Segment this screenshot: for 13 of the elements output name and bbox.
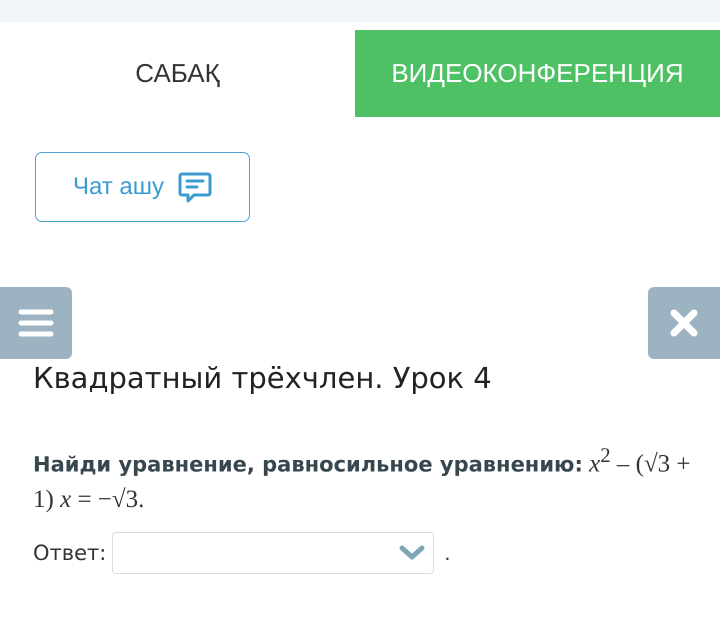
chevron-down-icon xyxy=(399,545,426,562)
close-icon xyxy=(670,309,698,337)
answer-label: Ответ: xyxy=(33,541,106,566)
answer-dropdown[interactable] xyxy=(112,532,434,574)
menu-icon xyxy=(18,308,54,338)
chat-icon xyxy=(178,171,212,203)
tab[interactable]: ВИДЕОКОНФЕРЕНЦИЯ xyxy=(355,30,720,117)
close-button[interactable] xyxy=(648,287,720,359)
answer-period: . xyxy=(444,540,450,566)
question-text: Найди уравнение, равносильное уравнению: x$^{2}$ – (√3 + 1) x = −√3. xyxy=(33,442,692,516)
lesson-title: Квадратный трёхчлен. Урок 4 xyxy=(33,361,493,395)
open-chat-button[interactable]: Чат ашу xyxy=(35,152,250,222)
menu-button[interactable] xyxy=(0,287,72,359)
